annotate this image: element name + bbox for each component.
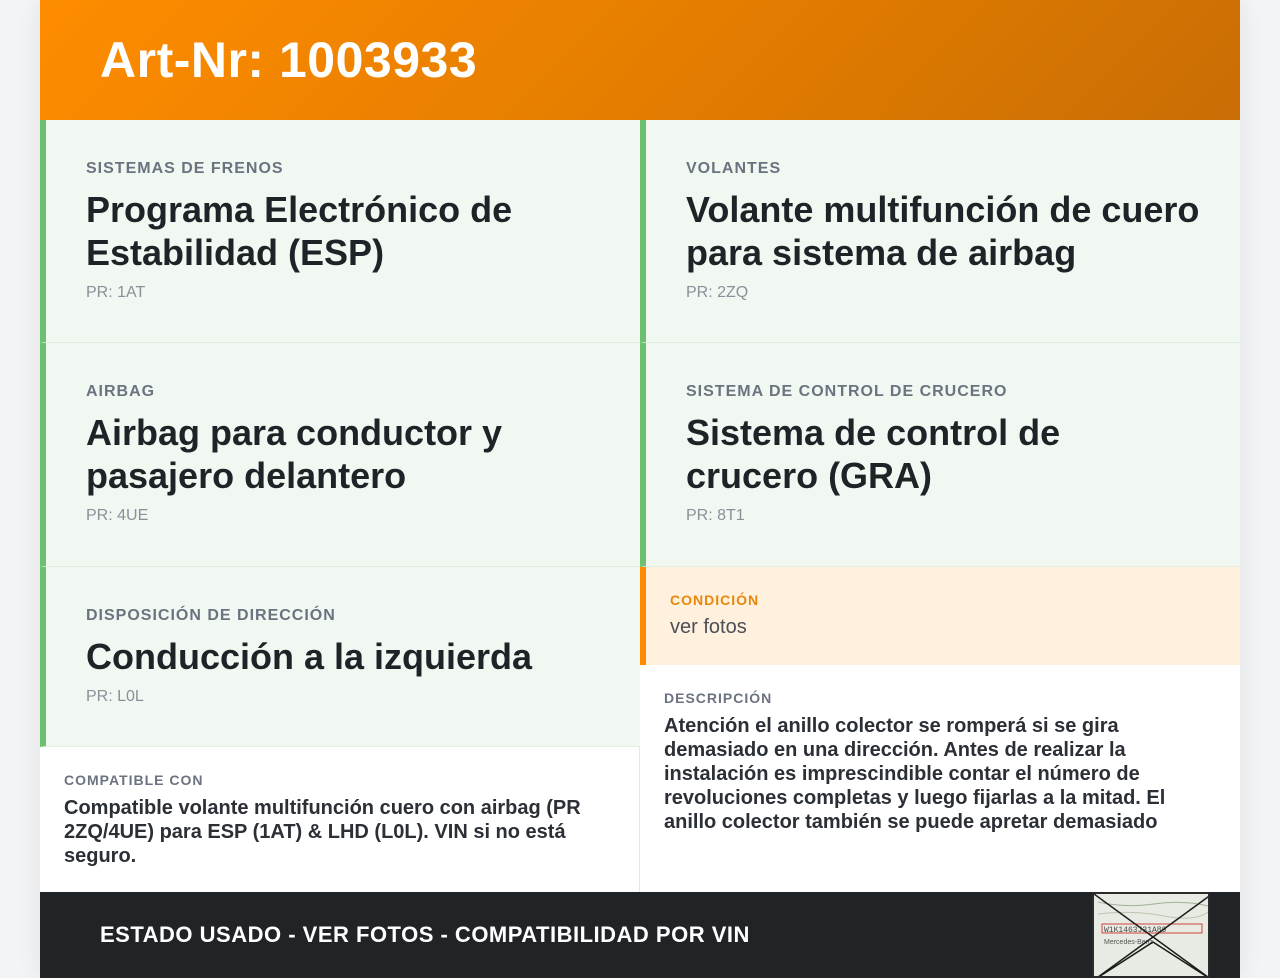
footer-slogan: ESTADO USADO - VER FOTOS - COMPATIBILIDA… [100, 922, 750, 947]
compatibility-label: COMPATIBLE CON [64, 772, 204, 788]
product-sheet: Art-Nr: 1003933 SISTEMAS DE FRENOS Progr… [40, 0, 1240, 978]
feature-title: Airbag para conductor y pasajero delante… [86, 412, 503, 496]
feature-title: Conducción a la izquierda [86, 636, 533, 677]
description-label: DESCRIPCIÓN [664, 690, 773, 706]
condition-value: ver fotos [670, 616, 747, 638]
feature-card: DISPOSICIÓN DE DIRECCIÓN Conducción a la… [40, 567, 640, 747]
feature-pr-code: PR: 4UE [86, 507, 149, 524]
feature-category: SISTEMA DE CONTROL DE CRUCERO [686, 383, 1008, 400]
envelope-document-icon[interactable]: W1K1463J31A89 Mercedes-Benz [1092, 892, 1210, 978]
feature-card: VOLANTES Volante multifunción de cuero p… [640, 120, 1240, 343]
feature-pr-code: PR: L0L [86, 688, 144, 705]
feature-title: Programa Electrónico de Estabilidad (ESP… [86, 189, 513, 273]
feature-card: SISTEMA DE CONTROL DE CRUCERO Sistema de… [640, 343, 1240, 567]
feature-title: Volante multifunción de cuero para siste… [686, 189, 1200, 273]
condition-section: CONDICIÓN ver fotos [640, 567, 1240, 665]
description-text: Atención el anillo colector se romperá s… [664, 715, 1166, 833]
feature-card: SISTEMAS DE FRENOS Programa Electrónico … [40, 120, 640, 343]
feature-category: VOLANTES [686, 160, 782, 177]
description-section: DESCRIPCIÓN Atención el anillo colector … [640, 665, 1240, 834]
feature-card: AIRBAG Airbag para conductor y pasajero … [40, 343, 640, 567]
right-column: CONDICIÓN ver fotos DESCRIPCIÓN Atención… [640, 567, 1240, 892]
feature-category: DISPOSICIÓN DE DIRECCIÓN [86, 607, 336, 624]
feature-pr-code: PR: 2ZQ [686, 284, 749, 301]
feature-category: SISTEMAS DE FRENOS [86, 160, 284, 177]
feature-category: AIRBAG [86, 383, 156, 400]
condition-label: CONDICIÓN [670, 592, 760, 608]
compatibility-text: Compatible volante multifunción cuero co… [64, 797, 581, 867]
left-column: DISPOSICIÓN DE DIRECCIÓN Conducción a la… [40, 567, 640, 892]
details-grid: DISPOSICIÓN DE DIRECCIÓN Conducción a la… [40, 567, 1240, 892]
feature-pr-code: PR: 8T1 [686, 507, 745, 524]
article-number-title: Art-Nr: 1003933 [100, 32, 478, 88]
compatibility-section: COMPATIBLE CON Compatible volante multif… [40, 747, 640, 892]
feature-title: Sistema de control de crucero (GRA) [686, 412, 1061, 496]
footer-bar: ESTADO USADO - VER FOTOS - COMPATIBILIDA… [40, 892, 1240, 978]
header-banner: Art-Nr: 1003933 [40, 0, 1240, 120]
feature-pr-code: PR: 1AT [86, 284, 146, 301]
feature-grid: SISTEMAS DE FRENOS Programa Electrónico … [40, 120, 1240, 567]
envelope-document-graphic: W1K1463J31A89 Mercedes-Benz [1094, 894, 1208, 976]
